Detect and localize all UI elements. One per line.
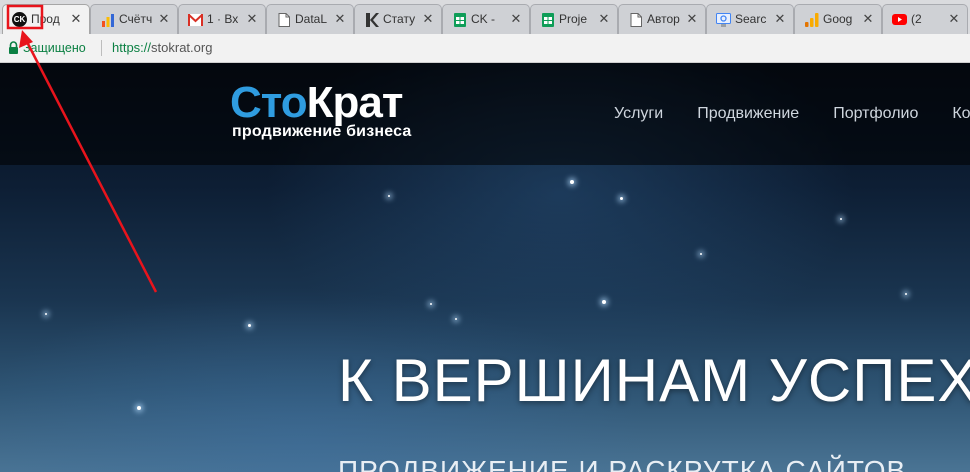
- tab-9[interactable]: Goog ✕: [794, 4, 882, 34]
- close-icon[interactable]: ✕: [421, 12, 435, 26]
- analytics-icon: [804, 12, 819, 27]
- tab-title: Proje: [559, 12, 588, 26]
- tab-4[interactable]: Стату ✕: [354, 4, 442, 34]
- tab-title: Прод: [31, 12, 60, 26]
- web-page: СтоКрат продвижение бизнеса Услуги Продв…: [0, 63, 970, 472]
- url-text[interactable]: https://stokrat.org: [112, 40, 212, 55]
- star-decoration: [455, 318, 457, 320]
- tab-7[interactable]: Автор ✕: [618, 4, 706, 34]
- tab-title: CK -: [471, 12, 495, 26]
- tab-10[interactable]: (2 ✕: [882, 4, 968, 34]
- bar-chart-icon: [100, 12, 115, 27]
- tab-0[interactable]: CK Прод ✕: [2, 4, 90, 34]
- logo-tagline: продвижение бизнеса: [232, 123, 412, 140]
- nav-item-contacts[interactable]: Ко: [952, 105, 970, 123]
- tab-title: Стату: [383, 12, 416, 26]
- star-decoration: [430, 303, 432, 305]
- star-decoration: [905, 293, 907, 295]
- lock-icon: [8, 41, 19, 59]
- tab-title: 1 · Вх: [207, 12, 239, 26]
- k-logo-icon: [364, 12, 379, 27]
- close-icon[interactable]: ✕: [685, 12, 699, 26]
- close-icon[interactable]: ✕: [509, 12, 523, 26]
- sheets-icon: [452, 12, 467, 27]
- star-decoration: [248, 324, 251, 327]
- tab-title: Автор: [647, 12, 680, 26]
- star-decoration: [137, 406, 141, 410]
- close-icon[interactable]: ✕: [947, 12, 961, 26]
- tab-6[interactable]: Proje ✕: [530, 4, 618, 34]
- youtube-icon: [892, 12, 907, 27]
- tab-5[interactable]: CK - ✕: [442, 4, 530, 34]
- tab-title: (2: [911, 12, 922, 26]
- security-label: Защищено: [23, 41, 86, 55]
- close-icon[interactable]: ✕: [861, 12, 875, 26]
- close-icon[interactable]: ✕: [773, 12, 787, 26]
- logo-part-1: Сто: [230, 78, 308, 127]
- close-icon[interactable]: ✕: [333, 12, 347, 26]
- star-decoration: [570, 180, 574, 184]
- close-icon[interactable]: ✕: [597, 12, 611, 26]
- tab-3[interactable]: DataL ✕: [266, 4, 354, 34]
- star-decoration: [700, 253, 702, 255]
- sheets-icon: [540, 12, 555, 27]
- logo-part-2: Крат: [306, 78, 404, 127]
- tab-title: Счётч: [119, 12, 153, 26]
- close-icon[interactable]: ✕: [157, 12, 171, 26]
- star-decoration: [388, 195, 390, 197]
- main-nav: Услуги Продвижение Портфолио Ко: [614, 105, 970, 123]
- close-icon[interactable]: ✕: [245, 12, 259, 26]
- hero-subtitle: ПРОДВИЖЕНИЕ И РАСКРУТКА САЙТОВ: [338, 455, 907, 472]
- tab-8[interactable]: Searc ✕: [706, 4, 794, 34]
- site-logo[interactable]: СтоКрат продвижение бизнеса: [230, 81, 412, 141]
- divider: [101, 40, 102, 56]
- url-host: stokrat.org: [151, 40, 213, 55]
- tab-title: Searc: [735, 12, 767, 26]
- address-bar[interactable]: Защищено https://stokrat.org: [0, 34, 970, 63]
- ck-logo-icon: CK: [12, 12, 27, 27]
- close-icon[interactable]: ✕: [69, 12, 83, 26]
- tab-title: DataL: [295, 12, 328, 26]
- star-decoration: [602, 300, 606, 304]
- url-scheme: https://: [112, 40, 152, 55]
- site-header: СтоКрат продвижение бизнеса Услуги Продв…: [0, 63, 970, 165]
- tab-1[interactable]: Счётч ✕: [90, 4, 178, 34]
- tab-strip: CK Прод ✕ Счётч ✕ 1 · Вх ✕ DataL ✕ Стату…: [0, 0, 970, 34]
- tab-2[interactable]: 1 · Вх ✕: [178, 4, 266, 34]
- star-decoration: [620, 197, 623, 200]
- tab-title: Goog: [823, 12, 853, 26]
- hero-title: К ВЕРШИНАМ УСПЕХА: [338, 347, 970, 414]
- mail-icon: [188, 12, 203, 27]
- nav-item-promotion[interactable]: Продвижение: [697, 105, 799, 123]
- star-decoration: [45, 313, 47, 315]
- document-icon: [628, 12, 643, 27]
- star-decoration: [840, 218, 842, 220]
- document-icon: [276, 12, 291, 27]
- search-console-icon: [716, 12, 731, 27]
- nav-item-portfolio[interactable]: Портфолио: [833, 105, 918, 123]
- nav-item-services[interactable]: Услуги: [614, 105, 663, 123]
